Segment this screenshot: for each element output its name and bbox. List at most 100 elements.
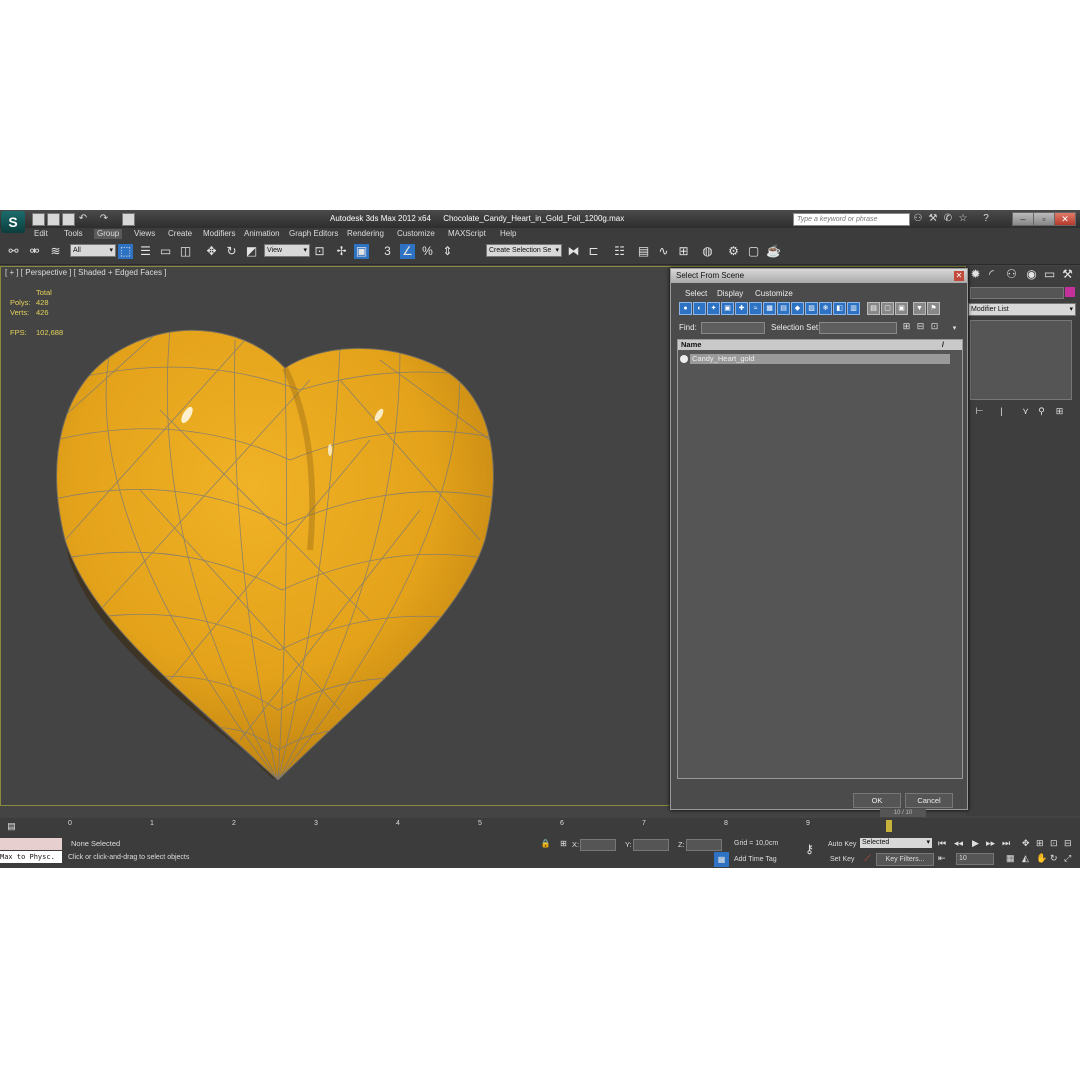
- subscription-icon[interactable]: ⚒: [927, 213, 939, 225]
- key-selection-dropdown[interactable]: Selected: [860, 838, 932, 848]
- field-of-view-icon[interactable]: ◭: [1022, 853, 1029, 864]
- modifier-list-dropdown[interactable]: Modifier List: [968, 303, 1076, 316]
- layer-manager-icon[interactable]: ☷: [612, 244, 627, 259]
- object-color-swatch[interactable]: [1065, 287, 1075, 297]
- object-name-field[interactable]: [970, 287, 1064, 299]
- orbit-icon[interactable]: ↻: [1050, 853, 1058, 864]
- dialog-close-icon[interactable]: ✕: [954, 271, 964, 281]
- maximize-viewport-icon[interactable]: ⤢: [1064, 853, 1071, 864]
- angle-snap-icon[interactable]: ∠: [400, 244, 415, 259]
- dialog-menu-customize[interactable]: Customize: [755, 289, 793, 298]
- add-time-tag-button[interactable]: Add Time Tag: [734, 856, 777, 863]
- filter-funnel-icon[interactable]: ▼: [913, 302, 926, 315]
- absolute-mode-icon[interactable]: ⊞: [556, 836, 571, 851]
- go-to-start-icon[interactable]: ⏮: [938, 838, 946, 849]
- configure-modifier-sets-icon[interactable]: ⊞: [1052, 404, 1067, 419]
- filter-helpers-icon[interactable]: ✚: [735, 302, 748, 315]
- filter-hidden-icon[interactable]: ◧: [833, 302, 846, 315]
- set-key-button[interactable]: Set Key: [830, 856, 855, 863]
- zoom-all-icon[interactable]: ⊞: [1036, 838, 1044, 849]
- help-icon[interactable]: ?: [980, 213, 992, 225]
- communication-icon[interactable]: ✆: [942, 213, 954, 225]
- menu-create[interactable]: Create: [168, 229, 192, 239]
- key-filters-button[interactable]: Key Filters...: [876, 853, 934, 866]
- keyboard-shortcut-override-icon[interactable]: ▣: [354, 244, 369, 259]
- menu-animation[interactable]: Animation: [244, 229, 280, 239]
- move-icon[interactable]: ✥: [204, 244, 219, 259]
- cancel-button[interactable]: Cancel: [905, 793, 953, 808]
- remove-set-icon[interactable]: ⊟: [913, 319, 928, 334]
- dialog-menu-select[interactable]: Select: [685, 289, 707, 298]
- undo-icon[interactable]: ↶: [77, 213, 89, 225]
- viewport-label[interactable]: [ + ] [ Perspective ] [ Shaded + Edged F…: [5, 268, 166, 277]
- graphite-ribbon-icon[interactable]: ▤: [636, 244, 651, 259]
- dialog-title-bar[interactable]: Select From Scene ✕: [671, 269, 967, 283]
- mirror-icon[interactable]: ⧓: [566, 244, 581, 259]
- scene-object-list[interactable]: Name / Candy_Heart_gold: [677, 339, 963, 779]
- filter-lights-icon[interactable]: ✦: [707, 302, 720, 315]
- save-file-icon[interactable]: [62, 213, 75, 226]
- open-file-icon[interactable]: [47, 213, 60, 226]
- align-icon[interactable]: ⊏: [586, 244, 601, 259]
- filter-shapes-icon[interactable]: ◐: [693, 302, 706, 315]
- menu-maxscript[interactable]: MAXScript: [448, 229, 486, 239]
- expand-options-icon[interactable]: ▾: [947, 321, 962, 336]
- menu-group[interactable]: Group: [94, 229, 123, 239]
- menu-views[interactable]: Views: [134, 229, 155, 239]
- hierarchy-tab-icon[interactable]: ⚇: [1004, 267, 1019, 282]
- column-sort[interactable]: /: [942, 340, 944, 350]
- dialog-menu-display[interactable]: Display: [717, 289, 743, 298]
- rectangle-selection-icon[interactable]: ▭: [158, 244, 173, 259]
- favorites-star-icon[interactable]: ☆: [957, 213, 969, 225]
- list-header[interactable]: Name /: [678, 340, 962, 350]
- app-logo-icon[interactable]: S: [1, 211, 25, 233]
- ok-button[interactable]: OK: [853, 793, 901, 808]
- candy-heart-model[interactable]: [40, 320, 510, 780]
- curve-editor-icon[interactable]: ∿: [656, 244, 671, 259]
- named-selection-set-dropdown[interactable]: Create Selection Se: [486, 244, 562, 257]
- current-frame-field[interactable]: 10: [956, 853, 994, 865]
- lock-selection-icon[interactable]: 🔒: [538, 836, 553, 851]
- y-coordinate-field[interactable]: [633, 839, 669, 851]
- make-unique-icon[interactable]: ⋎: [1018, 404, 1033, 419]
- column-name[interactable]: Name: [681, 340, 701, 350]
- menu-customize[interactable]: Customize: [397, 229, 435, 239]
- rendered-frame-window-icon[interactable]: ▢: [746, 244, 761, 259]
- select-invert-icon[interactable]: ▣: [895, 302, 908, 315]
- menu-graph-editors[interactable]: Graph Editors: [289, 229, 338, 239]
- maxscript-listener-pink[interactable]: [0, 838, 62, 850]
- menu-modifiers[interactable]: Modifiers: [203, 229, 235, 239]
- previous-frame-icon[interactable]: ◂◂: [954, 838, 963, 849]
- go-to-end-icon[interactable]: ⏭: [1002, 838, 1010, 849]
- time-slider[interactable]: 10 / 10: [880, 809, 926, 817]
- display-tab-icon[interactable]: ▭: [1042, 267, 1057, 282]
- selection-filter-dropdown[interactable]: All: [70, 244, 116, 257]
- key-mode-toggle-icon[interactable]: ⇤: [938, 853, 946, 864]
- filter-containers-icon[interactable]: ▨: [805, 302, 818, 315]
- remove-modifier-icon[interactable]: ⚲: [1034, 404, 1049, 419]
- reference-coordinate-dropdown[interactable]: View: [264, 244, 310, 257]
- list-item[interactable]: Candy_Heart_gold: [690, 354, 950, 364]
- create-set-icon[interactable]: ⊞: [899, 319, 914, 334]
- menu-rendering[interactable]: Rendering: [347, 229, 384, 239]
- select-none-icon[interactable]: ▢: [881, 302, 894, 315]
- selection-set-dropdown[interactable]: [819, 322, 897, 334]
- menu-tools[interactable]: Tools: [64, 229, 83, 239]
- auto-key-button[interactable]: Auto Key: [828, 841, 856, 848]
- filter-space-warps-icon[interactable]: ≈: [749, 302, 762, 315]
- filter-bones-icon[interactable]: ◆: [791, 302, 804, 315]
- filter-geometry-icon[interactable]: ●: [679, 302, 692, 315]
- zoom-icon[interactable]: ✥: [1022, 838, 1030, 849]
- render-setup-icon[interactable]: ⚙: [726, 244, 741, 259]
- menu-edit[interactable]: Edit: [34, 229, 48, 239]
- render-production-icon[interactable]: ☕: [766, 244, 781, 259]
- maximize-button[interactable]: ▫: [1033, 212, 1055, 226]
- window-crossing-icon[interactable]: ◫: [178, 244, 193, 259]
- next-frame-icon[interactable]: ▸▸: [986, 838, 995, 849]
- filter-cameras-icon[interactable]: ▣: [721, 302, 734, 315]
- find-input[interactable]: [701, 322, 765, 334]
- zoom-extents-icon[interactable]: ⊡: [1050, 838, 1058, 849]
- maxscript-listener-input[interactable]: Max to Physc.: [0, 851, 62, 863]
- filter-options-icon[interactable]: ⚑: [927, 302, 940, 315]
- open-mini-curve-editor-icon[interactable]: ▤: [4, 819, 19, 834]
